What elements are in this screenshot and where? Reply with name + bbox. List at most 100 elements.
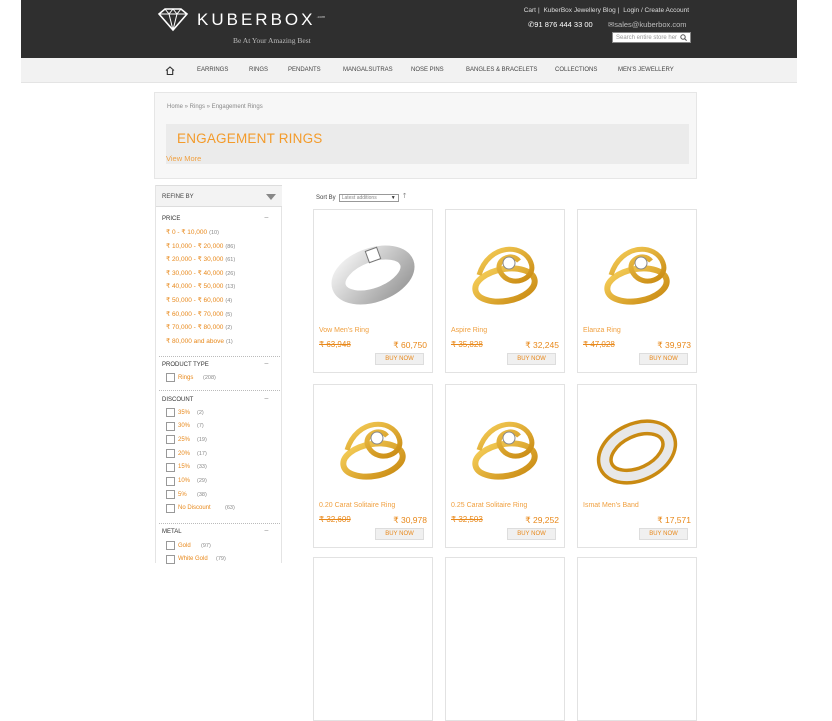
- filter-checkbox[interactable]: 20% (17): [166, 449, 207, 459]
- price-range-label: ₹ 70,000 - ₹ 80,000: [166, 324, 224, 332]
- nav-collections[interactable]: COLLECTIONS: [555, 67, 597, 73]
- product-name[interactable]: Elanza Ring: [583, 327, 621, 334]
- filter-checkbox[interactable]: Gold (97): [166, 541, 211, 550]
- cart-link[interactable]: Cart: [524, 7, 536, 14]
- price-filter-link[interactable]: ₹ 60,000 - ₹ 70,000 (5): [166, 310, 232, 318]
- product-name[interactable]: 0.25 Carat Solitaire Ring: [451, 502, 527, 509]
- product-image[interactable]: [449, 213, 561, 321]
- checkbox[interactable]: [166, 449, 175, 459]
- buy-now-button[interactable]: BUY NOW: [507, 528, 556, 540]
- price-filter-link[interactable]: ₹ 50,000 - ₹ 60,000 (4): [166, 296, 232, 304]
- buy-now-button[interactable]: BUY NOW: [639, 528, 688, 540]
- price-filter-link[interactable]: ₹ 0 - ₹ 10,000 (10): [166, 228, 219, 236]
- filter-option-label: 20%: [178, 450, 191, 457]
- product-name[interactable]: 0.20 Carat Solitaire Ring: [319, 502, 395, 509]
- price-filter-link[interactable]: ₹ 10,000 - ₹ 20,000 (86): [166, 242, 235, 250]
- product-image[interactable]: [317, 213, 429, 321]
- sort-select[interactable]: Latest additions ▼: [338, 193, 399, 202]
- filter-checkbox[interactable]: 30% (7): [166, 421, 204, 431]
- checkbox[interactable]: [166, 554, 175, 564]
- checkbox[interactable]: [166, 490, 175, 500]
- collapse-icon[interactable]: −: [264, 526, 269, 535]
- price-filter-link[interactable]: ₹ 30,000 - ₹ 40,000 (26): [166, 269, 235, 277]
- buy-now-button[interactable]: BUY NOW: [375, 353, 424, 365]
- product-card[interactable]: Elanza Ring ₹ 47,028 ₹ 39,973 BUY NOW: [577, 209, 697, 373]
- sale-price: ₹ 30,978: [393, 515, 427, 525]
- login-link[interactable]: Login / Create Account: [623, 7, 689, 14]
- price-filter-link[interactable]: ₹ 20,000 - ₹ 30,000 (61): [166, 255, 235, 263]
- product-card[interactable]: 0.20 Carat Solitaire Ring ₹ 32,609 ₹ 30,97…: [313, 384, 433, 548]
- collapse-icon[interactable]: −: [264, 213, 269, 222]
- checkbox[interactable]: [166, 421, 175, 431]
- checkbox[interactable]: [166, 408, 175, 417]
- divider: [159, 523, 280, 524]
- view-more-link[interactable]: View More: [166, 154, 201, 163]
- logo[interactable]: KUBERBOX .com: [155, 8, 325, 32]
- price-filter-link[interactable]: ₹ 80,000 and above (1): [166, 337, 233, 345]
- product-name[interactable]: Aspire Ring: [451, 327, 487, 334]
- sort-direction-icon[interactable]: 🡑: [403, 192, 407, 203]
- filter-checkbox[interactable]: White Gold (79): [166, 554, 226, 564]
- filter-checkbox[interactable]: 25% (19): [166, 435, 207, 445]
- price-filter-link[interactable]: ₹ 70,000 - ₹ 80,000 (2): [166, 323, 232, 331]
- product-image[interactable]: [449, 388, 561, 496]
- buy-now-button[interactable]: BUY NOW: [639, 353, 688, 365]
- checkbox[interactable]: [166, 462, 175, 472]
- refine-by-label: REFINE BY: [162, 194, 194, 200]
- checkbox[interactable]: [166, 476, 175, 486]
- category-header: Home » Rings » Engagement Rings ENGAGEME…: [154, 92, 697, 179]
- price-filter-link[interactable]: ₹ 40,000 - ₹ 50,000 (13): [166, 282, 235, 290]
- search-input[interactable]: Search entire store her: [612, 32, 691, 43]
- ring-image[interactable]: [449, 213, 561, 321]
- product-card[interactable]: Ismat Men's Band ₹ 17,571 BUY NOW: [577, 384, 697, 548]
- product-card[interactable]: [577, 557, 697, 721]
- product-card[interactable]: [313, 557, 433, 721]
- product-image[interactable]: [581, 213, 693, 321]
- product-image[interactable]: [317, 388, 429, 496]
- product-card[interactable]: Aspire Ring ₹ 35,828 ₹ 32,245 BUY NOW: [445, 209, 565, 373]
- collapse-icon[interactable]: −: [264, 394, 269, 403]
- checkbox[interactable]: [166, 435, 175, 445]
- refine-by-header[interactable]: REFINE BY: [156, 185, 282, 207]
- nav-earrings[interactable]: EARRINGS: [197, 67, 228, 73]
- ring-image[interactable]: [581, 388, 693, 496]
- ring-image[interactable]: [449, 388, 561, 496]
- product-name[interactable]: Ismat Men's Band: [583, 502, 639, 509]
- product-card[interactable]: 0.25 Carat Solitaire Ring ₹ 32,503 ₹ 29,25…: [445, 384, 565, 548]
- ring-image[interactable]: [317, 388, 429, 496]
- ring-image[interactable]: [581, 213, 693, 321]
- nav-rings[interactable]: RINGS: [249, 67, 268, 73]
- filter-checkbox[interactable]: 35% (2): [166, 408, 204, 417]
- checkbox[interactable]: [166, 503, 175, 513]
- buy-now-button[interactable]: BUY NOW: [375, 528, 424, 540]
- checkbox[interactable]: [166, 373, 175, 382]
- sale-price: ₹ 29,252: [525, 515, 559, 525]
- nav-mens-jewellery[interactable]: MEN'S JEWELLERY: [618, 67, 674, 73]
- search-icon[interactable]: [680, 34, 687, 41]
- filter-checkbox[interactable]: 5% (38): [166, 490, 207, 500]
- nav-mangalsutras[interactable]: MANGALSUTRAS: [343, 67, 393, 73]
- filter-option-label: 35%: [178, 409, 191, 416]
- product-card[interactable]: [445, 557, 565, 721]
- filter-checkbox[interactable]: 10% (29): [166, 476, 207, 486]
- search-placeholder: Search entire store her: [616, 34, 678, 41]
- filter-checkbox[interactable]: No Discount (63): [166, 503, 235, 513]
- product-image[interactable]: [581, 388, 693, 496]
- email-link[interactable]: ✉sales@kuberbox.com: [608, 20, 687, 29]
- breadcrumb[interactable]: Home » Rings » Engagement Rings: [167, 104, 263, 110]
- nav-nose-pins[interactable]: NOSE PINS: [411, 67, 444, 73]
- nav-pendants[interactable]: PENDANTS: [288, 67, 321, 73]
- filter-count: (2): [225, 325, 233, 332]
- buy-now-button[interactable]: BUY NOW: [507, 353, 556, 365]
- nav-bangles-bracelets[interactable]: BANGLES & BRACELETS: [466, 67, 537, 73]
- collapse-icon[interactable]: −: [264, 359, 269, 368]
- product-card[interactable]: Vow Men's Ring ₹ 63,948 ₹ 60,750 BUY NOW: [313, 209, 433, 373]
- filter-checkbox[interactable]: 15% (33): [166, 462, 207, 472]
- filter-checkbox[interactable]: Rings (208): [166, 373, 216, 382]
- ring-image[interactable]: [317, 213, 429, 321]
- dropdown-arrow-icon: ▼: [390, 194, 396, 201]
- checkbox[interactable]: [166, 541, 175, 550]
- home-icon[interactable]: [165, 66, 175, 75]
- product-name[interactable]: Vow Men's Ring: [319, 327, 369, 334]
- blog-link[interactable]: KuberBox Jewellery Blog: [543, 7, 615, 14]
